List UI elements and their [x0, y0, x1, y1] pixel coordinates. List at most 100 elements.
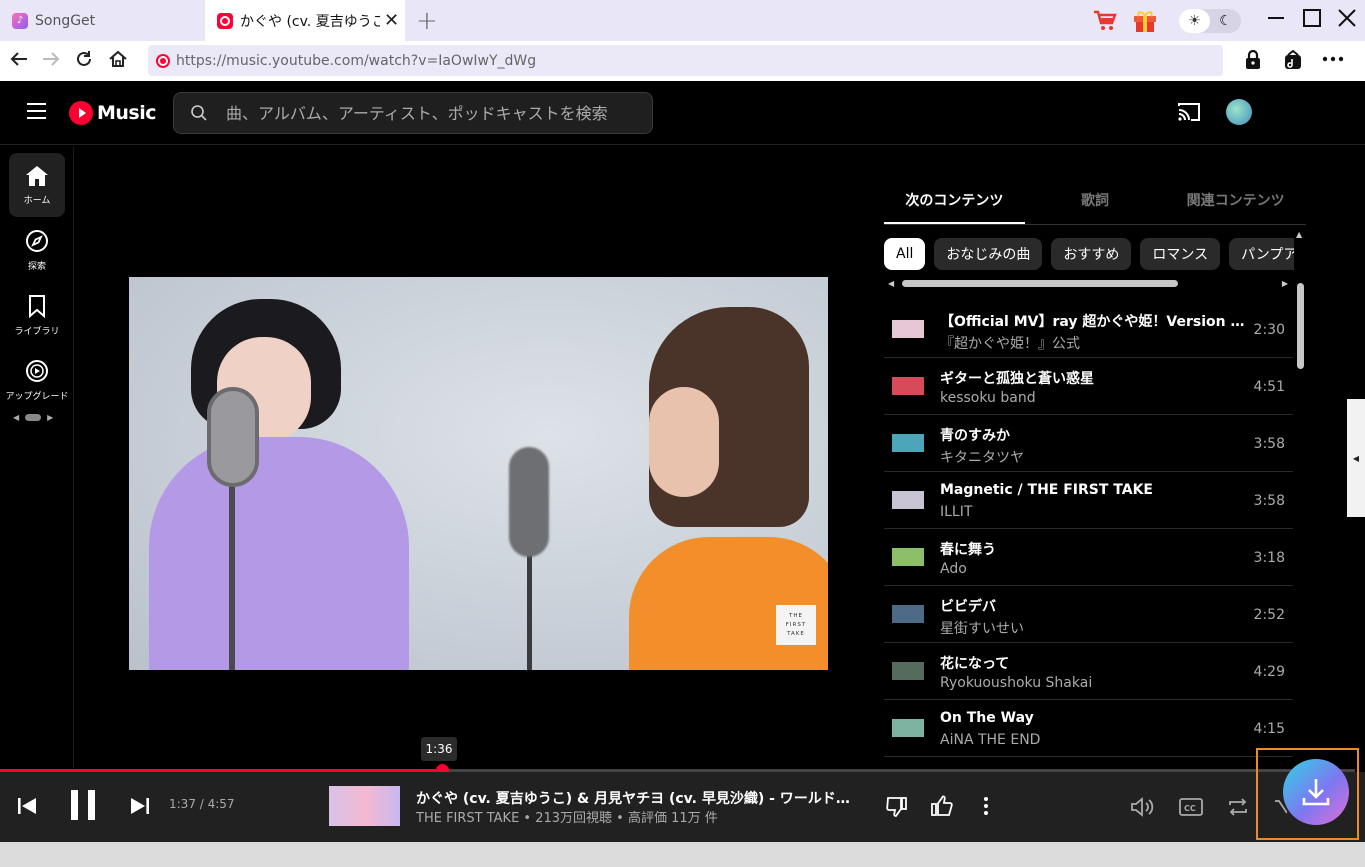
extension-icon[interactable] — [1283, 49, 1303, 71]
queue-item[interactable]: 春に舞う Ado 3:18 — [884, 529, 1293, 586]
chip-romance[interactable]: ロマンス — [1140, 238, 1221, 270]
sidebar-item-home[interactable]: ホーム — [9, 153, 65, 217]
avatar[interactable] — [1226, 99, 1252, 125]
queue-item[interactable]: 青のすみか キタニタツヤ 3:58 — [884, 415, 1293, 472]
queue-item-title: 春に舞う — [940, 542, 996, 558]
queue-item-title: Magnetic / THE FIRST TAKE — [940, 482, 1153, 498]
chips-scrollbar[interactable]: ◀ ▶ — [888, 278, 1288, 288]
queue-item-title: 花になって — [940, 656, 1010, 672]
tab-songget[interactable]: ♪ SongGet — [0, 0, 205, 41]
queue-item-thumbnail[interactable] — [892, 719, 924, 737]
next-track-icon[interactable] — [130, 797, 150, 815]
queue-item-artist: キタニタツヤ — [940, 450, 1024, 466]
seek-time-tooltip: 1:36 — [421, 737, 457, 761]
chip-all[interactable]: All — [884, 238, 926, 270]
logo-text: Music — [97, 102, 157, 124]
queue-item[interactable]: ギターと孤独と蒼い惑星 kessoku band 4:51 — [884, 358, 1293, 415]
chip-recommended[interactable]: おすすめ — [1051, 238, 1132, 270]
video-player[interactable]: THE FIRST TAKE — [129, 277, 828, 670]
scroll-up-icon[interactable]: ▲ — [1296, 230, 1302, 239]
queue-item[interactable]: 花になって Ryokuoushoku Shakai 4:29 — [884, 643, 1293, 700]
now-playing-subtitle[interactable]: THE FIRST TAKE • 213万回視聴 • 高評価 11万 件 — [416, 807, 861, 826]
queue-item-duration: 2:30 — [1253, 322, 1285, 338]
close-tab-icon[interactable]: ✕ — [384, 10, 399, 31]
queue-item-thumbnail[interactable] — [892, 491, 924, 509]
previous-track-icon[interactable] — [17, 797, 37, 815]
home-icon[interactable] — [108, 49, 128, 69]
sidebar-item-label: 探索 — [27, 261, 46, 272]
sidebar-item-upgrade[interactable]: アップグレード — [6, 348, 69, 412]
more-options-icon[interactable] — [982, 796, 990, 816]
queue-item-thumbnail[interactable] — [892, 377, 924, 395]
queue-item[interactable]: On The Way AiNA THE END 4:15 — [884, 700, 1293, 757]
url-text[interactable]: https://music.youtube.com/watch?v=IaOwIw… — [176, 53, 536, 69]
sidebar-scrollbar[interactable]: ◀ ▶ — [13, 413, 53, 422]
now-playing-title[interactable]: かぐや (cv. 夏吉ゆうこ) & 月見ヤチヨ (cv. 早見沙織) - ワール… — [416, 788, 861, 808]
youtube-music-favicon-icon — [156, 53, 170, 68]
cast-icon[interactable] — [1177, 101, 1201, 123]
scroll-left-icon[interactable]: ◀ — [888, 279, 894, 288]
queue-item-duration: 3:18 — [1253, 550, 1285, 566]
queue-item-thumbnail[interactable] — [892, 662, 924, 680]
back-arrow-icon[interactable] — [9, 49, 29, 69]
moon-icon[interactable]: ☾ — [1210, 9, 1241, 33]
cart-icon[interactable] — [1093, 0, 1117, 41]
sidebar-item-library[interactable]: ライブラリ — [9, 283, 65, 347]
queue-item-thumbnail[interactable] — [892, 320, 924, 338]
scroll-thumb[interactable] — [25, 414, 42, 421]
download-button[interactable] — [1283, 759, 1349, 825]
sidebar-item-explore[interactable]: 探索 — [9, 218, 65, 282]
scroll-thumb[interactable] — [902, 279, 1178, 287]
volume-icon[interactable] — [1130, 796, 1156, 818]
chip-familiar[interactable]: おなじみの曲 — [934, 238, 1043, 270]
thumbs-up-icon[interactable] — [930, 794, 954, 818]
close-window-icon[interactable] — [1337, 8, 1357, 28]
reload-icon[interactable] — [74, 49, 94, 69]
hamburger-menu-icon[interactable] — [27, 103, 46, 119]
repeat-icon[interactable] — [1226, 795, 1250, 819]
scroll-right-icon[interactable]: ▶ — [47, 413, 53, 422]
chip-pump-up[interactable]: パンプアップ — [1229, 238, 1294, 270]
tab-up-next[interactable]: 次のコンテンツ — [884, 181, 1025, 224]
tab-youtube-music[interactable]: かぐや (cv. 夏吉ゆうこ) & ✕ — [205, 0, 405, 41]
queue-item-artist: 『超かぐや姫！』公式 — [940, 336, 1080, 352]
tab-lyrics[interactable]: 歌詞 — [1025, 181, 1166, 224]
queue-item-thumbnail[interactable] — [892, 605, 924, 623]
search-input[interactable] — [226, 103, 616, 123]
now-playing-thumbnail[interactable] — [329, 786, 400, 826]
minimize-icon[interactable] — [1266, 8, 1286, 28]
queue-item-artist: Ryokuoushoku Shakai — [940, 675, 1093, 691]
collapse-side-panel-tab[interactable]: ◀ — [1347, 399, 1365, 517]
lock-icon[interactable] — [1243, 49, 1263, 71]
maximize-icon[interactable] — [1302, 8, 1322, 28]
sidebar-item-label: アップグレード — [5, 391, 69, 402]
tab-related[interactable]: 関連コンテンツ — [1165, 181, 1306, 224]
queue-item[interactable]: 【Official MV】ray 超かぐや姫！Version / かぐや (cv… — [884, 301, 1293, 358]
sun-icon[interactable]: ☀ — [1179, 9, 1210, 33]
forward-arrow-icon[interactable] — [41, 49, 61, 69]
queue-item-artist: AiNA THE END — [940, 732, 1041, 748]
closed-captions-icon[interactable]: CC — [1179, 797, 1203, 817]
youtube-music-logo[interactable]: Music — [69, 101, 157, 125]
queue-item-thumbnail[interactable] — [892, 434, 924, 452]
scroll-left-icon[interactable]: ◀ — [13, 413, 19, 422]
pause-icon[interactable] — [70, 789, 96, 821]
queue-item[interactable]: ビビデバ 星街すいせい 2:52 — [884, 586, 1293, 643]
url-field[interactable]: https://music.youtube.com/watch?v=IaOwIw… — [148, 45, 1223, 76]
gift-icon[interactable] — [1132, 0, 1158, 41]
queue-item[interactable]: Magnetic / THE FIRST TAKE ILLIT 3:58 — [884, 472, 1293, 529]
youtube-music-logo-icon — [69, 101, 93, 125]
new-tab-icon[interactable]: + — [416, 6, 438, 36]
queue-item-duration: 3:58 — [1253, 493, 1285, 509]
queue-list: 【Official MV】ray 超かぐや姫！Version / かぐや (cv… — [884, 301, 1293, 757]
thumbs-down-icon[interactable] — [885, 795, 909, 819]
theme-toggle[interactable]: ☀ ☾ — [1179, 9, 1241, 33]
scroll-right-icon[interactable]: ▶ — [1282, 279, 1288, 288]
queue-scroll-thumb[interactable] — [1297, 283, 1304, 369]
tab-title: かぐや (cv. 夏吉ゆうこ) & — [240, 13, 380, 30]
compass-icon — [25, 229, 49, 253]
more-menu-icon[interactable] — [1322, 49, 1344, 69]
search-box[interactable] — [173, 92, 653, 134]
queue-item-thumbnail[interactable] — [892, 548, 924, 566]
queue-item-duration: 4:51 — [1253, 379, 1285, 395]
